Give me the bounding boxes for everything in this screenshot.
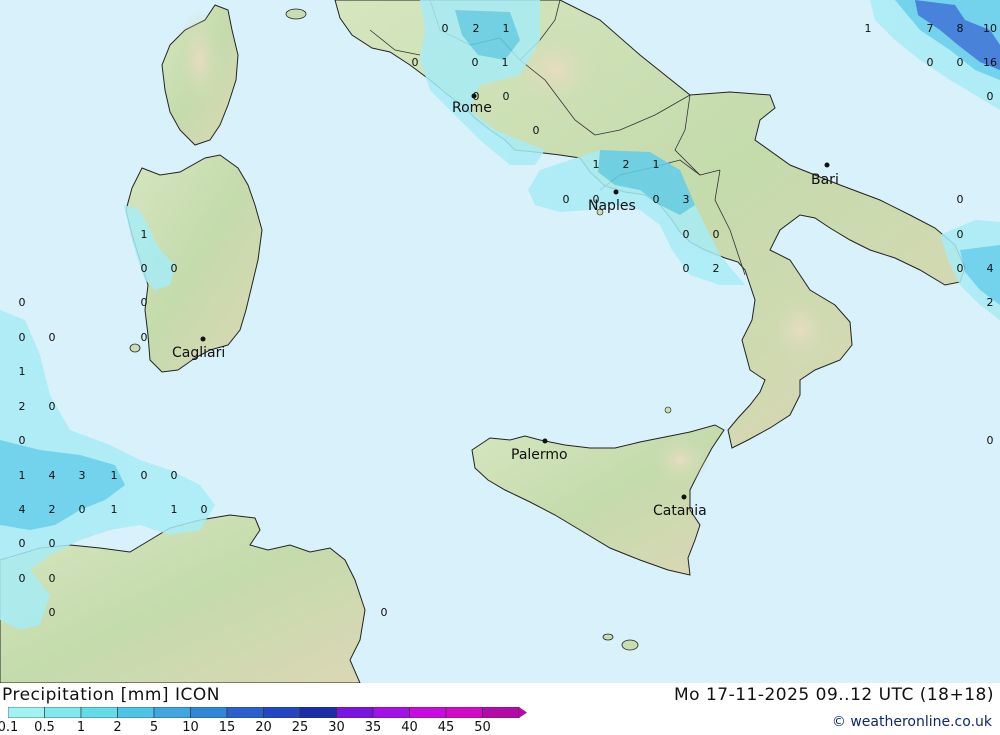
legend-swatch	[190, 707, 228, 718]
precip-value: 0	[987, 90, 994, 103]
credit-link[interactable]: © weatheronline.co.uk	[832, 714, 992, 730]
legend-swatch	[80, 707, 118, 718]
precip-value: 2	[19, 400, 26, 413]
precip-value: 0	[19, 572, 26, 585]
precip-value: 2	[49, 503, 56, 516]
precip-value: 0	[927, 56, 934, 69]
precip-value: 2	[713, 262, 720, 275]
precip-value: 1	[19, 365, 26, 378]
legend-swatch	[153, 707, 191, 718]
precip-value: 0	[957, 228, 964, 241]
legend-swatch	[8, 707, 45, 718]
precip-value: 0	[593, 193, 600, 206]
precip-value: 1	[502, 56, 509, 69]
precip-value: 0	[141, 296, 148, 309]
precip-value: 0	[683, 228, 690, 241]
precip-value: 1	[19, 469, 26, 482]
precip-value: 0	[713, 228, 720, 241]
precip-value: 3	[79, 469, 86, 482]
city-label-palermo: Palermo	[511, 447, 568, 463]
legend-ticks: 0.1 0.5 1 2 5 10 15 20 25 30 35 40 45 50	[0, 720, 528, 735]
legend-colorbar	[8, 707, 527, 718]
precip-value: 0	[987, 434, 994, 447]
precip-value: 1	[171, 503, 178, 516]
precip-value: 4	[49, 469, 56, 482]
legend-arrow	[519, 707, 527, 718]
legend-swatch	[117, 707, 155, 718]
precip-value: 1	[141, 228, 148, 241]
precip-value: 2	[987, 296, 994, 309]
precip-value: 0	[412, 56, 419, 69]
legend-swatch	[372, 707, 410, 718]
legend-swatch	[409, 707, 447, 718]
precip-value: 0	[201, 503, 208, 516]
precip-value: 0	[19, 537, 26, 550]
precipitation-map: Rome Naples Bari Cagliari Palermo Catani…	[0, 0, 1000, 683]
precip-value: 0	[653, 193, 660, 206]
precip-value: 0	[563, 193, 570, 206]
precip-value: 0	[79, 503, 86, 516]
precip-value: 0	[683, 262, 690, 275]
precip-value: 0	[503, 90, 510, 103]
precip-value: 2	[473, 22, 480, 35]
legend-swatch	[336, 707, 374, 718]
precip-value: 0	[141, 469, 148, 482]
precip-value: 0	[957, 262, 964, 275]
precip-value: 0	[957, 193, 964, 206]
city-label-cagliari: Cagliari	[172, 345, 225, 361]
precip-value: 1	[593, 158, 600, 171]
precip-value: 4	[987, 262, 994, 275]
precip-value: 0	[533, 124, 540, 137]
precip-value: 2	[623, 158, 630, 171]
city-label-catania: Catania	[653, 503, 707, 519]
precip-value: 0	[49, 331, 56, 344]
precip-value: 1	[653, 158, 660, 171]
precip-value: 0	[19, 331, 26, 344]
map-title: Precipitation [mm] ICON	[2, 685, 220, 705]
precip-value: 0	[381, 606, 388, 619]
legend-swatch	[44, 707, 82, 718]
precip-value: 0	[957, 56, 964, 69]
precip-value: 0	[49, 537, 56, 550]
precip-value: 3	[683, 193, 690, 206]
legend-swatch	[263, 707, 301, 718]
precip-value: 0	[19, 434, 26, 447]
legend-swatch	[226, 707, 264, 718]
precip-value: 10	[983, 22, 997, 35]
precip-value: 0	[49, 400, 56, 413]
legend-swatch	[445, 707, 483, 718]
precip-value: 16	[983, 56, 997, 69]
map-footer: Precipitation [mm] ICON Mo 17-11-2025 09…	[0, 683, 1000, 735]
city-label-bari: Bari	[811, 172, 839, 188]
precip-value: 1	[111, 503, 118, 516]
precip-value: 1	[865, 22, 872, 35]
precip-value: 0	[171, 262, 178, 275]
precip-value: 0	[19, 296, 26, 309]
precip-value: 0	[49, 606, 56, 619]
precip-value: 1	[503, 22, 510, 35]
legend-swatch	[482, 707, 520, 718]
precip-value: 8	[957, 22, 964, 35]
legend-swatch	[299, 707, 337, 718]
map-date: Mo 17-11-2025 09..12 UTC (18+18)	[673, 685, 994, 705]
precip-value: 0	[171, 469, 178, 482]
precip-value: 4	[19, 503, 26, 516]
precip-value: 0	[141, 331, 148, 344]
precip-value: 0	[473, 90, 480, 103]
precip-value: 0	[442, 22, 449, 35]
precip-value: 0	[49, 572, 56, 585]
precip-value: 0	[472, 56, 479, 69]
precip-value: 7	[927, 22, 934, 35]
precip-value: 1	[111, 469, 118, 482]
